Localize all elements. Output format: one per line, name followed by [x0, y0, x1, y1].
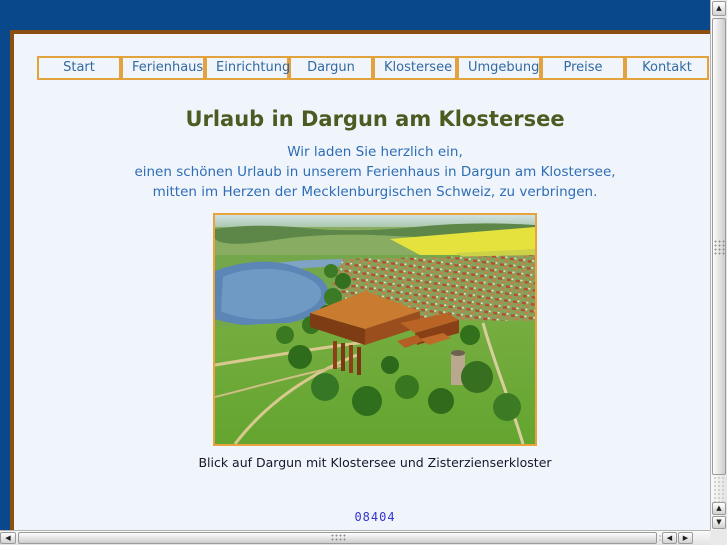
- vertical-scrollbar-track[interactable]: [713, 476, 725, 502]
- horizontal-scrollbar[interactable]: ◀ ◀ ▶: [0, 530, 710, 545]
- main-navigation: Start Ferienhaus Einrichtung Dargun Klos…: [14, 56, 727, 80]
- intro-line-1: Wir laden Sie herzlich ein,: [287, 144, 463, 160]
- vertical-scrollbar[interactable]: ▲ ▲ ▼: [710, 0, 727, 530]
- page-frame: Start Ferienhaus Einrichtung Dargun Klos…: [10, 30, 727, 545]
- scroll-left-icon: ◀: [666, 533, 673, 542]
- aerial-photo: [213, 213, 537, 446]
- nav-button-klostersee[interactable]: Klostersee: [373, 56, 457, 80]
- scroll-up-icon: ▲: [716, 504, 722, 512]
- intro-line-3: mitten im Herzen der Mecklenburgischen S…: [152, 184, 598, 200]
- photo-caption: Blick auf Dargun mit Klostersee und Zist…: [198, 455, 552, 470]
- nav-button-start[interactable]: Start: [37, 56, 121, 80]
- horizontal-scrollbar-thumb[interactable]: [18, 532, 657, 544]
- scroll-down-button[interactable]: ▼: [712, 516, 726, 529]
- page-title: Urlaub in Dargun am Klostersee: [185, 107, 565, 131]
- scroll-left-button[interactable]: ◀: [0, 532, 16, 544]
- scrollbar-grip-icon: [713, 239, 725, 254]
- scroll-up-button[interactable]: ▲: [712, 1, 726, 16]
- nav-button-preise[interactable]: Preise: [541, 56, 625, 80]
- visitor-counter: 08404: [354, 510, 396, 524]
- nav-button-kontakt[interactable]: Kontakt: [625, 56, 709, 80]
- nav-button-umgebung[interactable]: Umgebung: [457, 56, 541, 80]
- scroll-left-icon: ◀: [5, 533, 11, 542]
- scroll-right-icon: ▶: [682, 533, 689, 542]
- scrollbar-corner: [710, 530, 727, 545]
- scroll-left-button-right[interactable]: ◀: [662, 532, 677, 544]
- nav-button-ferienhaus[interactable]: Ferienhaus: [121, 56, 205, 80]
- scroll-up-icon: ▲: [716, 4, 722, 12]
- scroll-down-icon: ▼: [716, 518, 722, 526]
- nav-button-einrichtung[interactable]: Einrichtung: [205, 56, 290, 80]
- scroll-up-button-bottom[interactable]: ▲: [712, 502, 726, 515]
- vertical-scrollbar-thumb[interactable]: [712, 18, 726, 475]
- scroll-right-button[interactable]: ▶: [678, 532, 693, 544]
- photo-container: [213, 213, 537, 446]
- scrollbar-grip-icon: [330, 533, 345, 543]
- intro-text: Wir laden Sie herzlich ein, einen schöne…: [14, 142, 727, 202]
- browser-viewport: Start Ferienhaus Einrichtung Dargun Klos…: [0, 0, 727, 545]
- nav-button-dargun[interactable]: Dargun: [289, 56, 373, 80]
- intro-line-2: einen schönen Urlaub in unserem Ferienha…: [134, 164, 616, 180]
